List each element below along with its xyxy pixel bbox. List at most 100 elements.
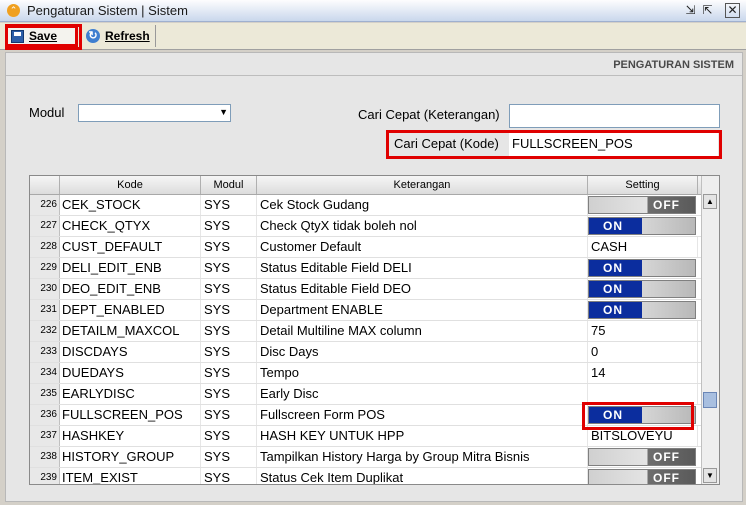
table-row[interactable]: 232 DETAILM_MAXCOL SYS Detail Multiline MAX… bbox=[30, 321, 703, 342]
save-button[interactable]: Save bbox=[5, 25, 78, 47]
toggle-label: ON bbox=[603, 408, 623, 422]
toggle-label: OFF bbox=[653, 450, 680, 464]
table-row[interactable]: 233 DISCDAYS SYS Disc Days 0 bbox=[30, 342, 703, 363]
cell-kode: CUST_DEFAULT bbox=[60, 237, 201, 257]
row-number: 235 bbox=[30, 384, 60, 404]
cell-setting[interactable]: CASH bbox=[588, 237, 698, 257]
cell-kode: ITEM_EXIST bbox=[60, 468, 201, 484]
grid-header: Kode Modul Keterangan Setting bbox=[30, 176, 703, 195]
table-row[interactable]: 231 DEPT_ENABLED SYS Department ENABLE ON bbox=[30, 300, 703, 321]
scroll-down-icon[interactable]: ▼ bbox=[703, 468, 717, 483]
divider bbox=[6, 75, 742, 76]
restore-icon[interactable]: ⇲ bbox=[683, 3, 698, 18]
setting-toggle[interactable]: OFF bbox=[588, 469, 696, 484]
close-icon[interactable]: ✕ bbox=[725, 3, 740, 18]
chevron-down-icon: ▼ bbox=[219, 107, 228, 117]
cari-keterangan-input[interactable] bbox=[509, 104, 720, 128]
table-row[interactable]: 227 CHECK_QTYX SYS Check QtyX tidak boleh n… bbox=[30, 216, 703, 237]
table-row[interactable]: 238 HISTORY_GROUP SYS Tampilkan History Har… bbox=[30, 447, 703, 468]
cell-modul: SYS bbox=[201, 468, 257, 484]
cell-setting[interactable]: 0 bbox=[588, 342, 698, 362]
cell-modul: SYS bbox=[201, 258, 257, 278]
table-row[interactable]: 229 DELI_EDIT_ENB SYS Status Editable Field… bbox=[30, 258, 703, 279]
cell-modul: SYS bbox=[201, 363, 257, 383]
row-number: 231 bbox=[30, 300, 60, 320]
title-bar: ⌃ Pengaturan Sistem | Sistem ⇲ ⇱ ✕ bbox=[0, 0, 746, 22]
cell-kode: EARLYDISC bbox=[60, 384, 201, 404]
refresh-button-label: Refresh bbox=[105, 29, 150, 43]
cari-kode-input[interactable]: FULLSCREEN_POS bbox=[509, 133, 718, 156]
table-row[interactable]: 234 DUEDAYS SYS Tempo 14 bbox=[30, 363, 703, 384]
cell-modul: SYS bbox=[201, 216, 257, 236]
scroll-up-icon[interactable]: ▲ bbox=[703, 194, 717, 209]
setting-toggle[interactable]: ON bbox=[588, 280, 696, 298]
row-number: 226 bbox=[30, 195, 60, 215]
floppy-disk-icon bbox=[11, 29, 24, 43]
cell-keterangan: Disc Days bbox=[257, 342, 588, 362]
row-number: 237 bbox=[30, 426, 60, 446]
cell-modul: SYS bbox=[201, 384, 257, 404]
column-header-kode[interactable]: Kode bbox=[60, 176, 201, 194]
setting-toggle[interactable]: ON bbox=[588, 259, 696, 277]
row-number: 233 bbox=[30, 342, 60, 362]
cell-setting[interactable]: 14 bbox=[588, 363, 698, 383]
table-row[interactable]: 237 HASHKEY SYS HASH KEY UNTUK HPP BITSLOVEY… bbox=[30, 426, 703, 447]
cell-setting[interactable]: BITSLOVEYU bbox=[588, 426, 698, 446]
cell-setting[interactable]: 75 bbox=[588, 321, 698, 341]
cell-keterangan: Check QtyX tidak boleh nol bbox=[257, 216, 588, 236]
cell-kode: DEO_EDIT_ENB bbox=[60, 279, 201, 299]
toggle-label: ON bbox=[603, 303, 623, 317]
cell-kode: DELI_EDIT_ENB bbox=[60, 258, 201, 278]
cell-kode: DETAILM_MAXCOL bbox=[60, 321, 201, 341]
table-row[interactable]: 239 ITEM_EXIST SYS Status Cek Item Duplikat… bbox=[30, 468, 703, 484]
table-row[interactable]: 235 EARLYDISC SYS Early Disc bbox=[30, 384, 703, 405]
maximize-icon[interactable]: ⇱ bbox=[700, 3, 715, 18]
setting-toggle[interactable]: ON bbox=[588, 406, 696, 424]
vertical-scrollbar[interactable]: ▲ ▼ bbox=[701, 176, 719, 484]
cell-setting[interactable] bbox=[588, 384, 698, 404]
toggle-label: OFF bbox=[653, 198, 680, 212]
cari-kode-label: Cari Cepat (Kode) bbox=[394, 136, 499, 151]
cell-modul: SYS bbox=[201, 237, 257, 257]
column-header-modul[interactable]: Modul bbox=[201, 176, 257, 194]
cell-kode: HASHKEY bbox=[60, 426, 201, 446]
refresh-button[interactable]: ↻ Refresh bbox=[84, 25, 156, 47]
row-number: 236 bbox=[30, 405, 60, 425]
cell-keterangan: Status Editable Field DELI bbox=[257, 258, 588, 278]
scroll-thumb[interactable] bbox=[703, 392, 717, 408]
cell-kode: DEPT_ENABLED bbox=[60, 300, 201, 320]
cell-keterangan: Detail Multiline MAX column bbox=[257, 321, 588, 341]
setting-toggle[interactable]: OFF bbox=[588, 448, 696, 466]
row-number: 228 bbox=[30, 237, 60, 257]
setting-toggle[interactable]: OFF bbox=[588, 196, 696, 214]
cell-modul: SYS bbox=[201, 321, 257, 341]
cari-keterangan-label: Cari Cepat (Keterangan) bbox=[358, 107, 500, 122]
settings-grid: Kode Modul Keterangan Setting 226 CEK_STO… bbox=[29, 175, 720, 485]
cell-modul: SYS bbox=[201, 426, 257, 446]
section-title: PENGATURAN SISTEM bbox=[613, 59, 734, 71]
row-number: 227 bbox=[30, 216, 60, 236]
setting-toggle[interactable]: ON bbox=[588, 301, 696, 319]
table-row[interactable]: 228 CUST_DEFAULT SYS Customer Default CASH bbox=[30, 237, 703, 258]
cell-keterangan: Status Cek Item Duplikat bbox=[257, 468, 588, 484]
row-number: 239 bbox=[30, 468, 60, 484]
setting-toggle[interactable]: ON bbox=[588, 217, 696, 235]
table-row[interactable]: 236 FULLSCREEN_POS SYS Fullscreen Form POS O… bbox=[30, 405, 703, 426]
row-number-header bbox=[30, 176, 60, 194]
table-row[interactable]: 226 CEK_STOCK SYS Cek Stock Gudang OFF bbox=[30, 195, 703, 216]
modul-dropdown[interactable]: ▼ bbox=[78, 104, 231, 122]
column-header-keterangan[interactable]: Keterangan bbox=[257, 176, 588, 194]
toggle-label: ON bbox=[603, 219, 623, 233]
column-header-setting[interactable]: Setting bbox=[588, 176, 698, 194]
cell-kode: FULLSCREEN_POS bbox=[60, 405, 201, 425]
table-row[interactable]: 230 DEO_EDIT_ENB SYS Status Editable Field … bbox=[30, 279, 703, 300]
cell-modul: SYS bbox=[201, 405, 257, 425]
cell-keterangan: Tampilkan History Harga by Group Mitra B… bbox=[257, 447, 588, 467]
cell-modul: SYS bbox=[201, 447, 257, 467]
cell-modul: SYS bbox=[201, 195, 257, 215]
toggle-label: ON bbox=[603, 261, 623, 275]
save-button-label: Save bbox=[29, 29, 58, 43]
row-number: 238 bbox=[30, 447, 60, 467]
refresh-icon: ↻ bbox=[86, 29, 100, 43]
row-number: 234 bbox=[30, 363, 60, 383]
